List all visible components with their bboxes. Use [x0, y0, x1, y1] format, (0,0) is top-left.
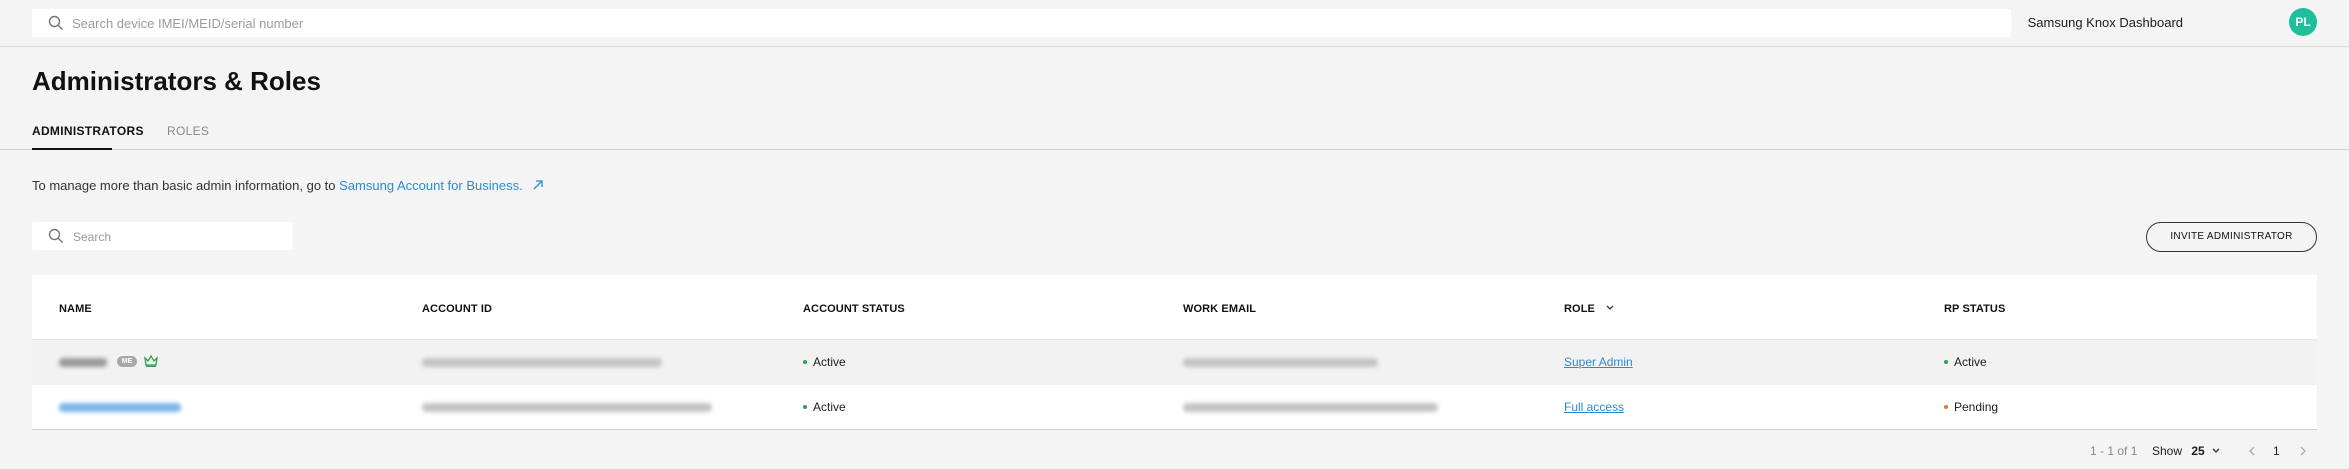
column-header-work-email[interactable]: WORK EMAIL — [1183, 303, 1256, 315]
account-status-text: Active — [813, 355, 846, 369]
tab-roles[interactable]: ROLES — [167, 124, 209, 150]
status-dot — [1944, 360, 1948, 364]
info-message: To manage more than basic admin informat… — [32, 178, 336, 193]
previous-page-icon[interactable] — [2248, 446, 2256, 456]
rp-status-cell: Active — [1944, 355, 1987, 369]
chevron-down-icon — [1606, 305, 1614, 310]
account-status-cell: Active — [803, 400, 846, 414]
dashboard-switcher[interactable]: Samsung Knox Dashboard — [2028, 15, 2183, 30]
column-header-account-id[interactable]: ACCOUNT ID — [422, 303, 492, 315]
tab-administrators[interactable]: ADMINISTRATORS — [32, 124, 143, 150]
info-text: To manage more than basic admin informat… — [32, 178, 545, 193]
administrators-table: NAME ACCOUNT ID ACCOUNT STATUS WORK EMAI… — [32, 275, 2317, 430]
device-search-input[interactable]: Search device IMEI/MEID/serial number — [32, 9, 2011, 37]
column-header-account-status[interactable]: ACCOUNT STATUS — [803, 303, 905, 315]
page-size-label: Show — [2152, 444, 2183, 458]
crown-icon — [144, 355, 158, 367]
redacted-name — [59, 358, 107, 367]
avatar[interactable]: PL — [2289, 8, 2317, 36]
role-link[interactable]: Super Admin — [1564, 355, 1633, 369]
chevron-down-icon — [2212, 448, 2220, 453]
redacted-name-link[interactable] — [59, 403, 181, 412]
page-size-selector[interactable]: Show 25 — [2152, 444, 2220, 458]
search-icon — [48, 228, 63, 243]
table-header: NAME ACCOUNT ID ACCOUNT STATUS WORK EMAI… — [32, 275, 2317, 340]
rp-status-cell: Pending — [1944, 400, 1998, 414]
rp-status-text: Active — [1954, 355, 1987, 369]
samsung-account-link[interactable]: Samsung Account for Business. — [339, 178, 523, 193]
pagination-range: 1 - 1 of 1 — [2090, 444, 2138, 458]
role-link[interactable]: Full access — [1564, 400, 1624, 414]
page-title: Administrators & Roles — [32, 66, 321, 96]
redacted-account-id — [422, 403, 712, 412]
search-icon — [48, 15, 63, 30]
external-link-icon[interactable] — [531, 178, 545, 192]
me-badge: ME — [117, 356, 137, 367]
status-dot — [1944, 405, 1948, 409]
invite-administrator-button[interactable]: INVITE ADMINISTRATOR — [2146, 222, 2317, 252]
redacted-account-id — [422, 358, 662, 367]
admin-search-input[interactable]: Search — [32, 222, 293, 250]
tab-bar: ADMINISTRATORS ROLES — [0, 118, 2349, 150]
role-header-label: ROLE — [1564, 303, 1595, 315]
device-search-placeholder: Search device IMEI/MEID/serial number — [72, 16, 304, 31]
column-header-role[interactable]: ROLE — [1564, 303, 1614, 315]
account-status-cell: Active — [803, 355, 846, 369]
table-row[interactable]: Active Full access Pending — [32, 385, 2317, 430]
top-bar: Search device IMEI/MEID/serial number Sa… — [0, 0, 2349, 47]
status-dot — [803, 405, 807, 409]
rp-status-text: Pending — [1954, 400, 1999, 414]
redacted-work-email — [1183, 403, 1438, 412]
column-header-name[interactable]: NAME — [59, 303, 92, 315]
admin-search-placeholder: Search — [73, 230, 112, 244]
next-page-icon[interactable] — [2299, 446, 2307, 456]
table-row[interactable]: ME Active Super Admin Active — [32, 340, 2317, 385]
current-page[interactable]: 1 — [2273, 444, 2280, 458]
page-size-value: 25 — [2191, 444, 2205, 458]
redacted-work-email — [1183, 358, 1378, 367]
account-status-text: Active — [813, 400, 846, 414]
status-dot — [803, 360, 807, 364]
column-header-rp-status[interactable]: RP STATUS — [1944, 303, 2005, 315]
